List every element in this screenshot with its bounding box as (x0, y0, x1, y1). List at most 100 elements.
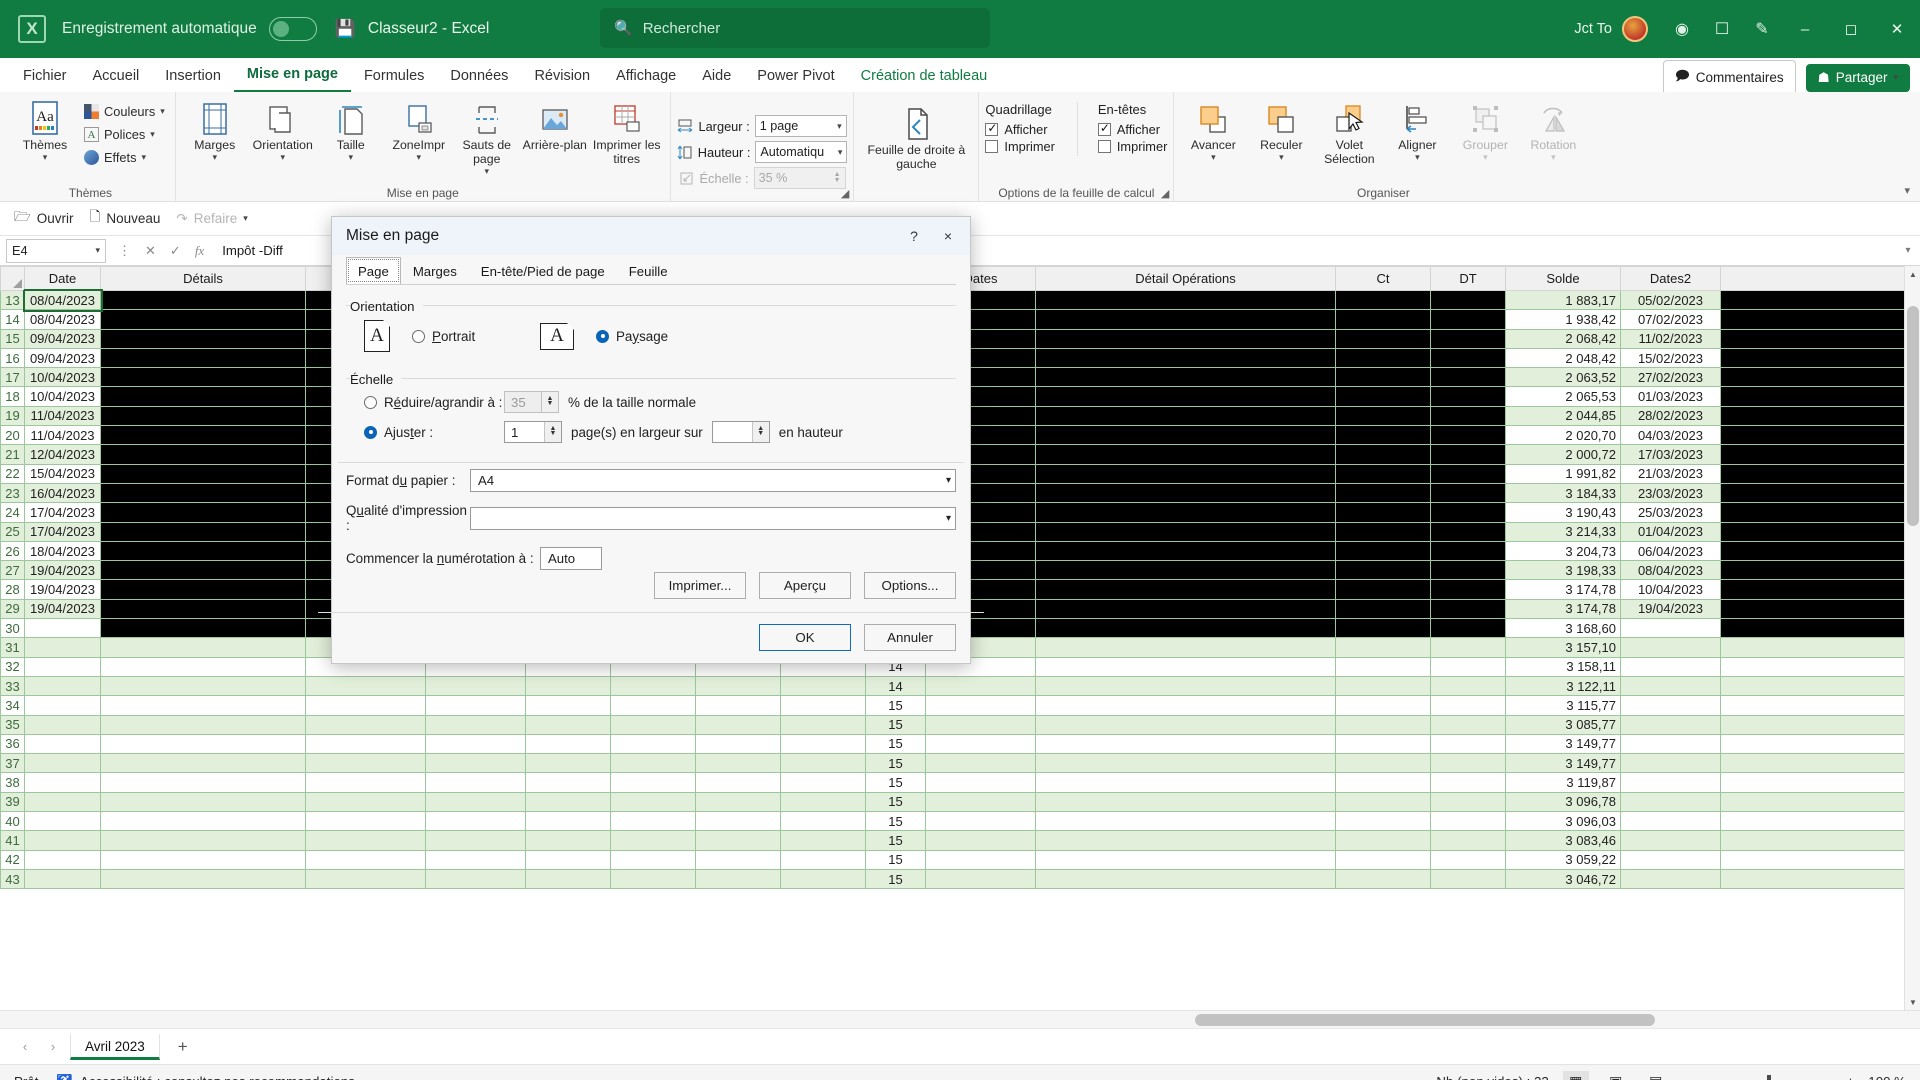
cell-detail-operations[interactable] (1035, 386, 1336, 407)
paper-size-select[interactable]: A4 ▾ (470, 469, 956, 492)
cell-solde[interactable]: 2 063,52 (1505, 367, 1621, 388)
cell-ct[interactable] (1335, 521, 1431, 542)
col-header-blank-5[interactable] (1720, 266, 1920, 291)
cell-ct[interactable] (1335, 309, 1431, 330)
cell-date[interactable]: 19/04/2023 (24, 598, 101, 620)
cell-blank-5[interactable] (1720, 386, 1920, 407)
tab-mise-en-page[interactable]: Mise en page (233, 61, 351, 92)
cell-blank-4[interactable] (610, 811, 696, 832)
cell-blank-2[interactable] (425, 772, 526, 793)
cell-dab[interactable] (695, 675, 781, 697)
selection-pane-button[interactable]: Volet Sélection (1316, 96, 1382, 167)
cell-dates[interactable] (925, 714, 1036, 735)
dialog-tab-feuille[interactable]: Feuille (617, 257, 680, 284)
cell-dt[interactable] (1430, 425, 1506, 446)
cell-ct[interactable] (1335, 811, 1431, 832)
cell-dates[interactable] (925, 868, 1036, 890)
cell-dab[interactable] (695, 811, 781, 832)
tab-affichage[interactable]: Affichage (603, 63, 689, 92)
cell-cheque[interactable] (780, 695, 866, 716)
cell-dates2[interactable]: 04/03/2023 (1620, 425, 1721, 446)
cell-dt[interactable] (1430, 502, 1506, 523)
cell-dates2[interactable]: 05/02/2023 (1620, 289, 1721, 311)
cell-blank-5[interactable] (1720, 830, 1920, 851)
cell-blank-4[interactable] (610, 868, 696, 890)
cell-date[interactable] (24, 830, 101, 851)
table-row[interactable]: 34 15 3 115,77 (0, 695, 1920, 716)
cell-date[interactable] (24, 695, 101, 716)
cell-ct[interactable] (1335, 328, 1431, 349)
cell-dates2[interactable] (1620, 695, 1721, 716)
cell-blank-3[interactable] (525, 675, 611, 697)
cell-blank-5[interactable] (1720, 772, 1920, 793)
cell-blank-5[interactable] (1720, 347, 1920, 369)
cell-details[interactable] (100, 540, 306, 562)
cell-cheque[interactable] (780, 849, 866, 870)
row-header[interactable]: 41 (0, 830, 25, 851)
cell-dates2[interactable]: 11/02/2023 (1620, 328, 1721, 349)
row-header[interactable]: 32 (0, 656, 25, 677)
cell-detail-operations[interactable] (1035, 791, 1336, 813)
cell-cheque[interactable] (780, 830, 866, 851)
cell-dt[interactable] (1430, 289, 1506, 311)
row-header[interactable]: 27 (0, 560, 25, 581)
cell-dab[interactable] (695, 830, 781, 851)
close-icon[interactable]: × (932, 221, 964, 251)
table-row[interactable]: 43 15 3 046,72 (0, 868, 1920, 890)
cell-details[interactable] (100, 849, 306, 870)
cell-dates2[interactable]: 19/04/2023 (1620, 598, 1721, 620)
cell-sem[interactable]: 15 (865, 695, 926, 716)
cell-blank-3[interactable] (525, 811, 611, 832)
cell-sem[interactable]: 15 (865, 868, 926, 890)
cell-dt[interactable] (1430, 579, 1506, 600)
name-box[interactable]: E4 ▾ (6, 238, 106, 263)
table-row[interactable]: 37 15 3 149,77 (0, 753, 1920, 774)
cell-solde[interactable]: 3 149,77 (1505, 753, 1621, 774)
tab-revision[interactable]: Révision (521, 63, 603, 92)
cell-cheque[interactable] (780, 868, 866, 890)
cell-blank-5[interactable] (1720, 328, 1920, 349)
cell-date[interactable]: 11/04/2023 (24, 425, 101, 446)
cell-detail-operations[interactable] (1035, 560, 1336, 581)
cell-solde[interactable]: 3 198,33 (1505, 560, 1621, 581)
cell-ct[interactable] (1335, 367, 1431, 388)
cell-dates2[interactable]: 08/04/2023 (1620, 560, 1721, 581)
cell-dt[interactable] (1430, 405, 1506, 427)
cell-solde[interactable]: 1 938,42 (1505, 309, 1621, 330)
cell-dates[interactable] (925, 791, 1036, 813)
globe-icon[interactable]: ◉ (1665, 12, 1699, 46)
cell-cheque[interactable] (780, 753, 866, 774)
cell-blank-5[interactable] (1720, 309, 1920, 330)
themes-button[interactable]: Aa Thèmes ▾ (12, 96, 78, 162)
cell-date[interactable] (24, 753, 101, 774)
cell-ct[interactable] (1335, 637, 1431, 658)
row-header[interactable]: 43 (0, 868, 25, 890)
cell-dates2[interactable] (1620, 791, 1721, 813)
cell-details[interactable] (100, 386, 306, 407)
cell-ct[interactable] (1335, 772, 1431, 793)
cell-detail-operations[interactable] (1035, 482, 1336, 504)
cell-blank-2[interactable] (425, 811, 526, 832)
cell-blank-4[interactable] (610, 791, 696, 813)
cell-sem[interactable]: 15 (865, 791, 926, 813)
col-header-date[interactable]: Date (24, 266, 101, 291)
cell-solde[interactable]: 3 157,10 (1505, 637, 1621, 658)
cell-dt[interactable] (1430, 791, 1506, 813)
fit-width-spinner[interactable]: 1 ▲ ▼ (504, 421, 562, 443)
cell-dates2[interactable]: 27/02/2023 (1620, 367, 1721, 388)
cell-detail-operations[interactable] (1035, 367, 1336, 388)
cell-blank-5[interactable] (1720, 463, 1920, 484)
cell-details[interactable] (100, 405, 306, 427)
cell-ct[interactable] (1335, 791, 1431, 813)
cell-blank-5[interactable] (1720, 521, 1920, 542)
cell-solde[interactable]: 3 168,60 (1505, 618, 1621, 639)
gridlines-print-checkbox[interactable]: Imprimer (985, 139, 1055, 154)
cell-blank-4[interactable] (610, 733, 696, 755)
cell-dates[interactable] (925, 753, 1036, 774)
cell-blank-1[interactable] (305, 868, 426, 890)
cell-date[interactable]: 08/04/2023 (22, 288, 103, 312)
cell-solde[interactable]: 3 214,33 (1505, 521, 1621, 542)
cell-dt[interactable] (1430, 772, 1506, 793)
cell-detail-operations[interactable] (1035, 637, 1336, 658)
cell-cheque[interactable] (780, 772, 866, 793)
